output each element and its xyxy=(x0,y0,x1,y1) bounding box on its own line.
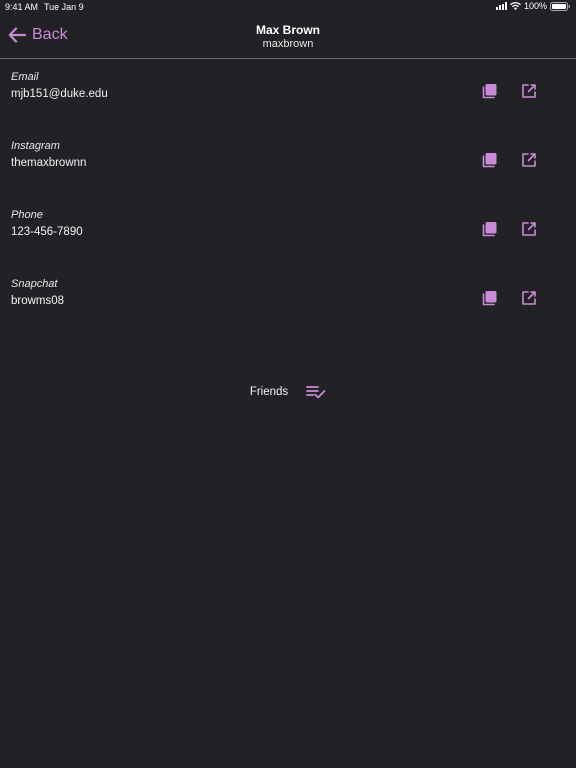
copy-instagram-button[interactable] xyxy=(481,151,499,169)
copy-email-button[interactable] xyxy=(481,82,499,100)
copy-icon xyxy=(482,222,497,237)
open-external-icon xyxy=(522,153,536,167)
contact-value: mjb151@duke.edu xyxy=(11,88,108,100)
copy-snapchat-button[interactable] xyxy=(481,289,499,307)
open-phone-button[interactable] xyxy=(520,220,538,238)
open-external-icon xyxy=(522,222,536,236)
contact-value: browms08 xyxy=(11,295,65,307)
friends-button[interactable]: Friends xyxy=(0,384,576,400)
open-external-icon xyxy=(522,84,536,98)
contact-value: 123-456-7890 xyxy=(11,226,83,238)
battery-percent: 100% xyxy=(523,1,547,11)
contact-row-email: Email mjb151@duke.edu xyxy=(0,71,576,121)
status-indicators: 100% xyxy=(495,1,570,11)
status-bar: 9:41 AM Tue Jan 9 100% xyxy=(0,0,576,14)
page-title: Max Brown xyxy=(255,23,320,37)
wifi-icon xyxy=(509,2,521,10)
contact-label: Email xyxy=(11,71,39,83)
copy-icon xyxy=(482,153,497,168)
open-instagram-button[interactable] xyxy=(520,151,538,169)
cellular-signal-icon xyxy=(495,2,507,10)
navigation-bar: Back Max Brown maxbrown xyxy=(0,14,576,59)
friends-label: Friends xyxy=(249,386,289,398)
contact-value: themaxbrownn xyxy=(11,157,87,169)
copy-phone-button[interactable] xyxy=(481,220,499,238)
page-subtitle: maxbrown xyxy=(262,38,314,50)
open-external-icon xyxy=(522,291,536,305)
open-email-button[interactable] xyxy=(520,82,538,100)
contact-row-snapchat: Snapchat browms08 xyxy=(0,278,576,328)
copy-icon xyxy=(482,291,497,306)
status-date: Tue Jan 9 xyxy=(44,2,84,12)
contact-label: Snapchat xyxy=(11,278,58,290)
contact-row-phone: Phone 123-456-7890 xyxy=(0,209,576,259)
copy-icon xyxy=(482,84,497,99)
playlist-check-icon xyxy=(306,386,326,399)
battery-icon xyxy=(550,1,570,11)
contact-row-instagram: Instagram themaxbrownn xyxy=(0,140,576,190)
contact-label: Instagram xyxy=(11,140,60,152)
open-snapchat-button[interactable] xyxy=(520,289,538,307)
contact-label: Phone xyxy=(11,209,43,221)
status-time: 9:41 AM xyxy=(5,2,39,12)
